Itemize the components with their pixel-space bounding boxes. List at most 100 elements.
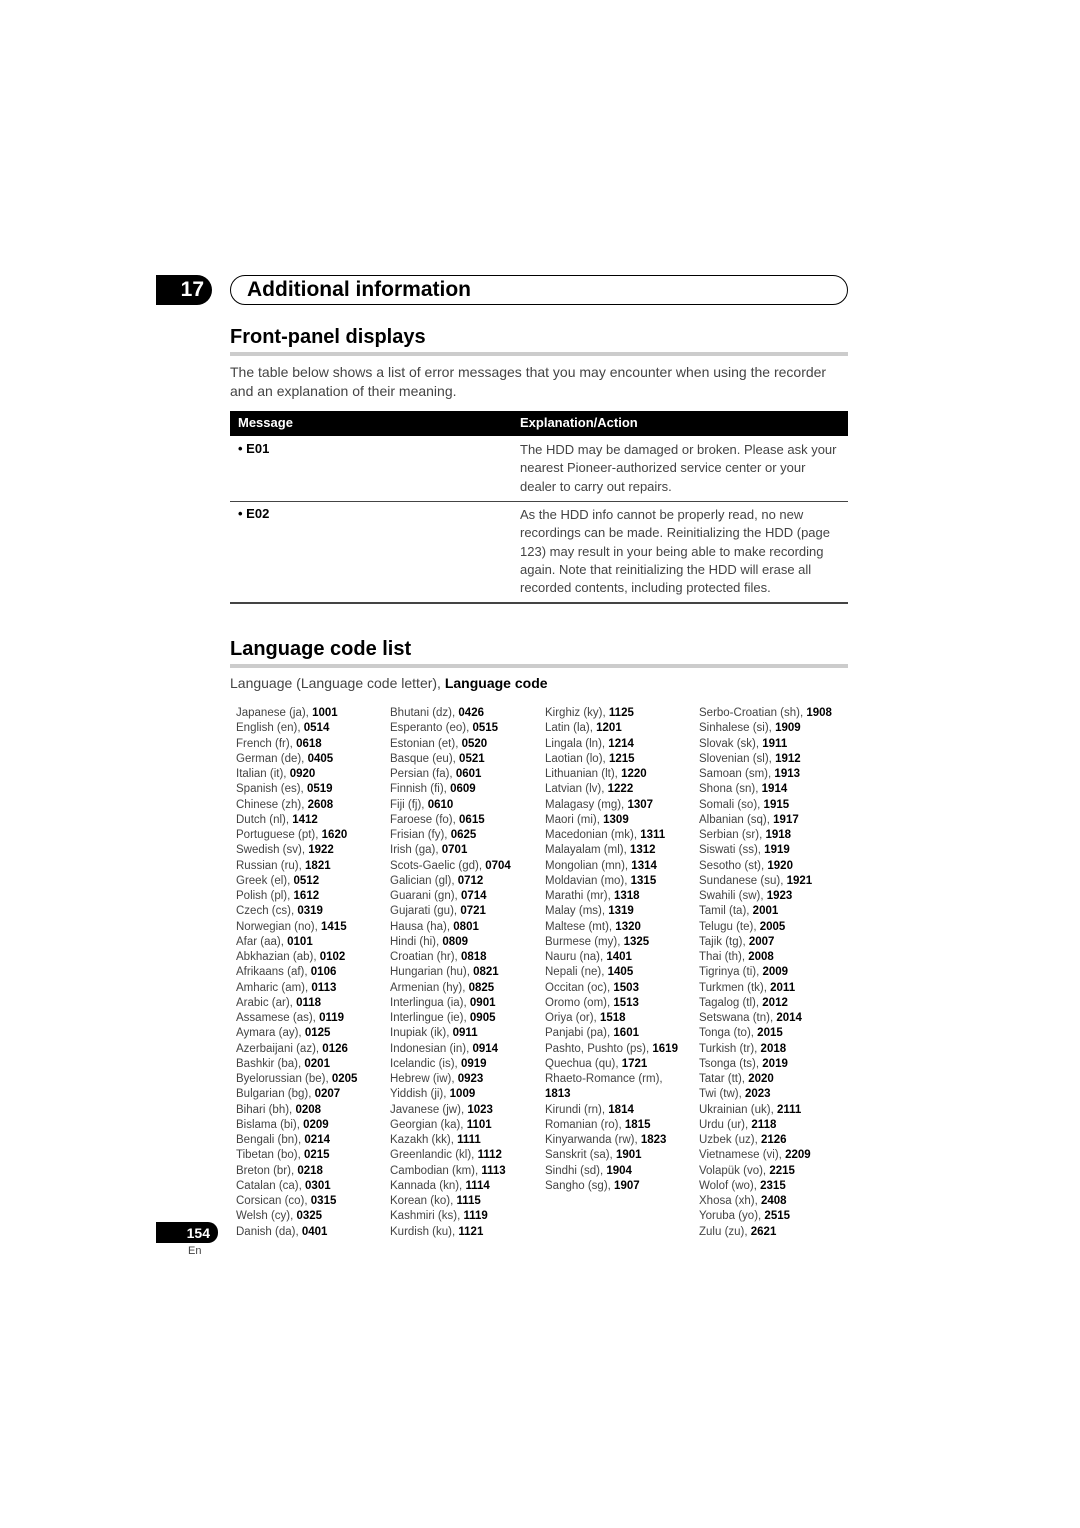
language-entry: Guarani (gn), 0714 <box>390 889 511 904</box>
language-code: 1913 <box>774 768 801 780</box>
language-code: 0914 <box>472 1042 499 1055</box>
language-name: Greenlandic (kl), <box>390 1149 478 1162</box>
language-entry: Kirghiz (ky), 1125 <box>545 706 678 721</box>
language-entry: Welsh (cy), 0325 <box>236 1209 357 1224</box>
language-code: 0923 <box>457 1073 484 1085</box>
language-name: Volapük (vo), <box>699 1164 770 1177</box>
language-entry: Frisian (fy), 0625 <box>390 828 511 843</box>
language-name: Kinyarwanda (rw), <box>545 1134 641 1146</box>
language-code: 0101 <box>287 935 313 948</box>
language-entry: 1813 <box>545 1087 678 1102</box>
language-code: 1909 <box>775 722 801 735</box>
language-code: 1318 <box>614 890 640 902</box>
language-code: 0214 <box>304 1134 330 1146</box>
language-code: 2015 <box>757 1027 783 1040</box>
language-code: 0205 <box>331 1073 358 1085</box>
language-name: Maltese (mt), <box>545 920 616 933</box>
language-code: 0901 <box>469 996 496 1009</box>
language-code: 1311 <box>640 829 666 841</box>
language-code: 0601 <box>455 768 482 780</box>
language-code: 1307 <box>627 798 654 811</box>
language-name: Scots-Gaelic (gd), <box>390 859 486 872</box>
language-code: 2118 <box>751 1118 777 1131</box>
language-name: Japanese (ja), <box>236 707 313 719</box>
language-entry: Greenlandic (kl), 1112 <box>390 1148 511 1163</box>
language-entry: Vietnamese (vi), 2209 <box>699 1148 832 1163</box>
language-entry: Laotian (lo), 1215 <box>545 752 678 767</box>
language-name: Malayalam (ml), <box>545 844 630 857</box>
language-entry: Bengali (bn), 0214 <box>236 1133 357 1148</box>
language-entry: Rhaeto-Romance (rm), <box>545 1072 678 1087</box>
language-code: 1904 <box>606 1164 632 1177</box>
language-caption: Language (Language code letter), Languag… <box>230 675 548 691</box>
language-column-4: Serbo-Croatian (sh), 1908 Sinhalese (si),… <box>699 706 832 1240</box>
language-name: Tibetan (bo), <box>236 1149 304 1162</box>
language-name: Shona (sn), <box>699 783 762 796</box>
language-name: Gujarati (gu), <box>390 905 461 918</box>
language-name: Interlingue (ie), <box>390 1012 470 1024</box>
language-name: Sindhi (sd), <box>545 1164 607 1177</box>
language-entry: Cambodian (km), 1113 <box>390 1164 511 1179</box>
front-panel-heading: Front-panel displays <box>230 326 426 348</box>
language-name: Welsh (cy), <box>236 1210 297 1223</box>
language-code: 1907 <box>614 1179 640 1192</box>
language-entry: Swahili (sw), 1923 <box>699 889 832 904</box>
language-code: 1222 <box>607 783 634 796</box>
language-name: Persian (fa), <box>390 768 456 780</box>
language-name: Korean (ko), <box>390 1195 457 1207</box>
error-explanation: The HDD may be damaged or broken. Please… <box>520 442 837 494</box>
language-code: 1415 <box>321 920 347 933</box>
language-entry: Slovenian (sl), 1912 <box>699 752 832 767</box>
language-code: 0825 <box>468 981 495 994</box>
language-code: 0609 <box>450 783 476 796</box>
language-code: 1814 <box>608 1103 634 1116</box>
language-code: 1815 <box>624 1118 651 1131</box>
section-rule <box>230 352 848 356</box>
language-name: Greek (el), <box>236 874 294 887</box>
language-entry: Bislama (bi), 0209 <box>236 1118 357 1133</box>
language-name: Bashkir (ba), <box>236 1057 305 1070</box>
language-code: 1503 <box>613 981 639 994</box>
language-code: 1320 <box>615 920 641 933</box>
language-code: 0809 <box>442 935 468 948</box>
language-code: 1620 <box>321 829 348 841</box>
language-name: Esperanto (eo), <box>390 722 473 735</box>
language-entry: Kazakh (kk), 1111 <box>390 1133 511 1148</box>
language-name: Byelorussian (be), <box>236 1073 332 1085</box>
language-entry: Scots-Gaelic (gd), 0704 <box>390 859 511 874</box>
language-name: Tamil (ta), <box>699 905 753 918</box>
language-code: 1325 <box>623 935 650 948</box>
language-name: Wolof (wo), <box>699 1179 761 1192</box>
language-code: 1101 <box>466 1118 492 1131</box>
language-entry: Sesotho (st), 1920 <box>699 859 832 874</box>
language-name: Bihari (bh), <box>236 1103 296 1116</box>
language-code: 1114 <box>465 1179 490 1192</box>
language-name: French (fr), <box>236 737 297 750</box>
language-code: 2011 <box>770 981 796 994</box>
language-entry: Aymara (ay), 0125 <box>236 1026 357 1041</box>
language-name: Kirghiz (ky), <box>545 707 609 719</box>
language-entry: Oriya (or), 1518 <box>545 1011 678 1026</box>
error-explanation: As the HDD info cannot be properly read,… <box>520 507 830 596</box>
language-name: Corsican (co), <box>236 1195 311 1207</box>
language-code: 1612 <box>293 890 320 902</box>
language-code: 1513 <box>613 996 639 1009</box>
language-name: Cambodian (km), <box>390 1164 482 1177</box>
page-number: 154 <box>156 1222 218 1243</box>
language-entry: English (en), 0514 <box>236 721 357 736</box>
language-code: 0704 <box>485 859 511 872</box>
language-code: 2020 <box>748 1073 774 1085</box>
language-entry: Slovak (sk), 1911 <box>699 737 832 752</box>
language-code: 0615 <box>459 813 485 826</box>
language-entry: Corsican (co), 0315 <box>236 1194 357 1209</box>
language-name: Bulgarian (bg), <box>236 1088 315 1101</box>
language-name: Tagalog (tl), <box>699 996 763 1009</box>
language-code: 0712 <box>457 874 484 887</box>
language-entry: Greek (el), 0512 <box>236 874 357 889</box>
language-name: Oriya (or), <box>545 1012 600 1024</box>
language-code: 0801 <box>453 920 479 933</box>
language-code: 0201 <box>304 1057 330 1070</box>
language-code: 0209 <box>303 1118 329 1131</box>
language-entry: Hungarian (hu), 0821 <box>390 965 511 980</box>
language-name: Latvian (lv), <box>545 783 608 796</box>
